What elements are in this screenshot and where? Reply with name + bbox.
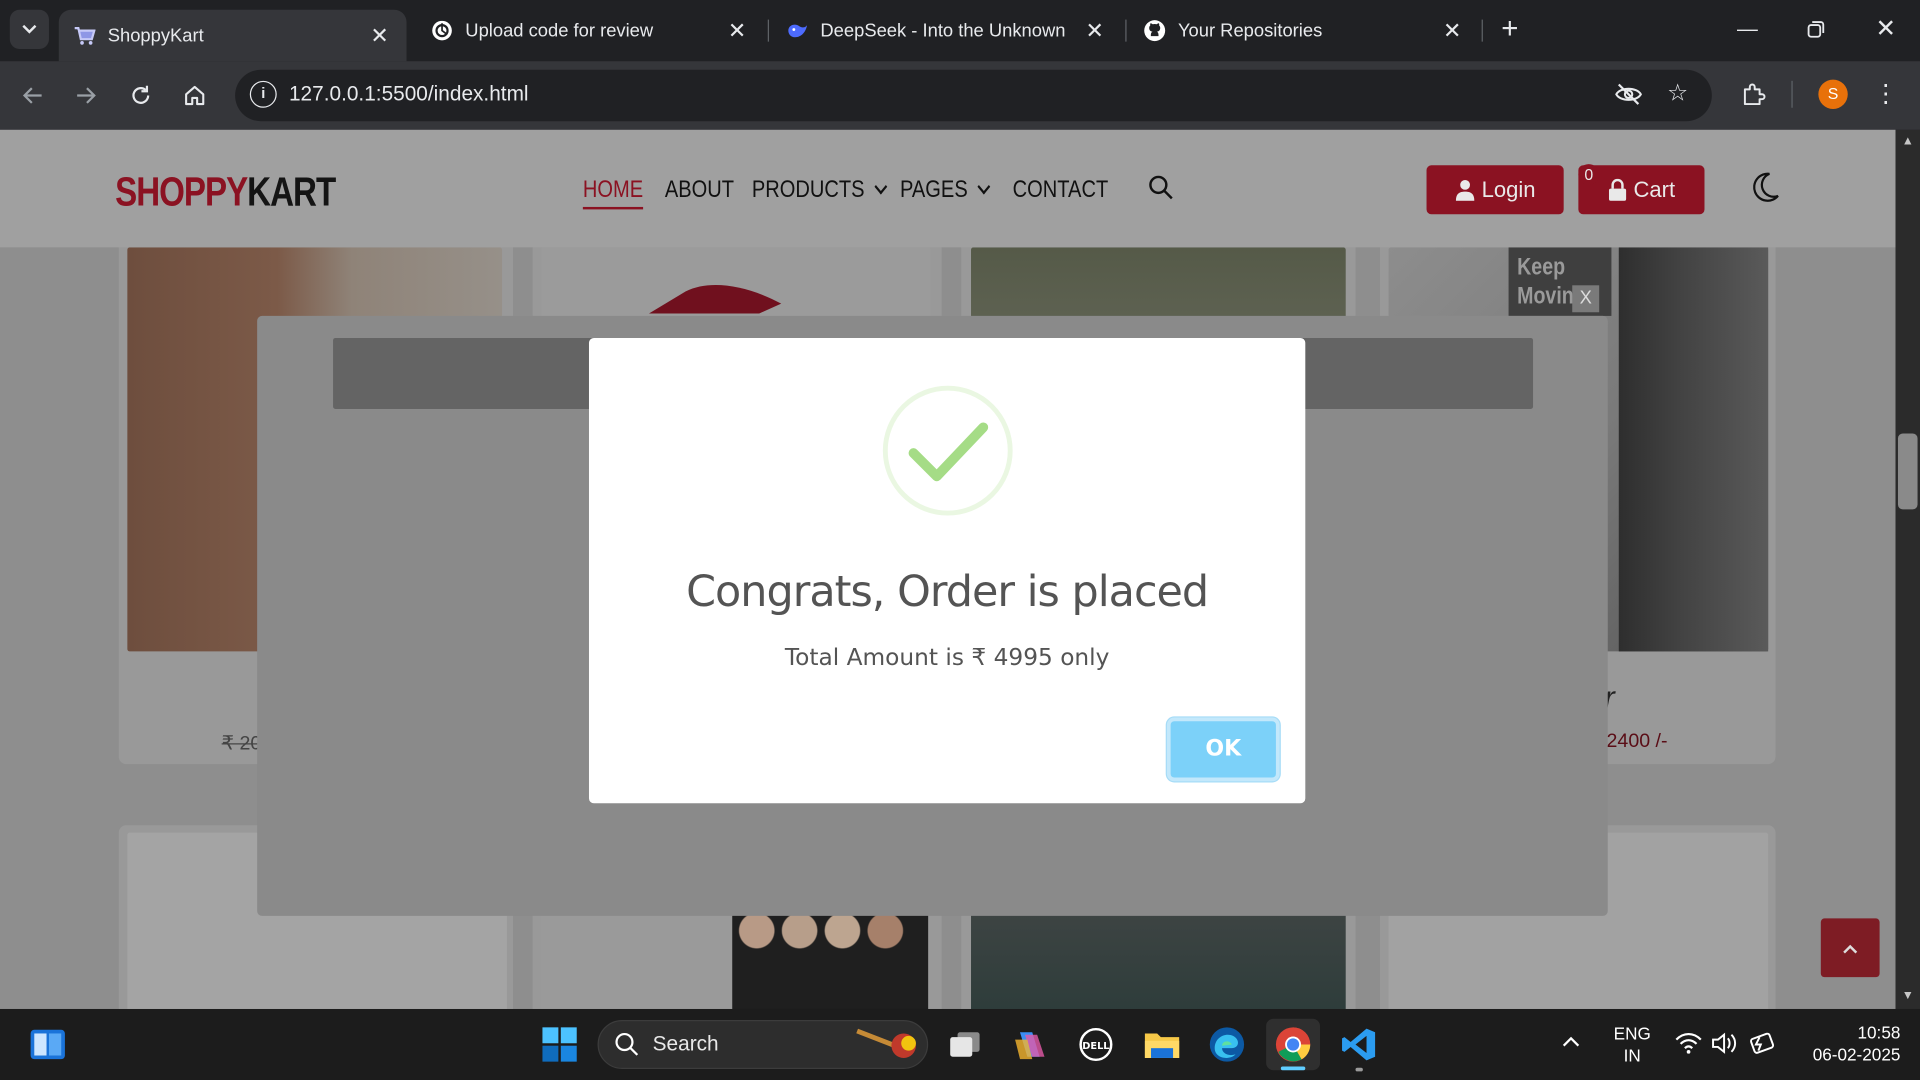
- forward-button[interactable]: [66, 76, 105, 115]
- dark-mode-moon-icon[interactable]: [1751, 171, 1780, 203]
- home-button[interactable]: [175, 76, 214, 115]
- tab-separator: [1125, 19, 1127, 42]
- running-app-indicator: [1355, 1067, 1363, 1072]
- dialog-text: Total Amount is ₹ 4995 only: [784, 644, 1110, 672]
- search-icon: [615, 1032, 639, 1056]
- user-icon: [1455, 180, 1475, 201]
- dialog-title: Congrats, Order is placed: [686, 568, 1209, 618]
- reload-icon: [132, 85, 150, 104]
- back-button[interactable]: [13, 76, 52, 115]
- order-success-dialog: Congrats, Order is placed Total Amount i…: [588, 337, 1306, 804]
- tab-shoppykart[interactable]: ShoppyKart ✕: [58, 9, 407, 62]
- close-icon[interactable]: X: [1572, 285, 1600, 313]
- widgets-icon[interactable]: [21, 1019, 75, 1070]
- close-tab-icon[interactable]: ✕: [725, 18, 749, 44]
- chevron-down-icon: [977, 178, 991, 195]
- page-scrollbar[interactable]: [1895, 129, 1920, 1009]
- chevron-down-icon: [22, 24, 37, 34]
- nav-products[interactable]: PRODUCTS: [752, 176, 888, 204]
- restore-button[interactable]: [1798, 12, 1835, 46]
- arrow-right-icon: [77, 87, 96, 104]
- deepseek-favicon-icon: [786, 20, 808, 42]
- file-explorer-icon[interactable]: [1135, 1019, 1189, 1070]
- profile-avatar[interactable]: S: [1818, 79, 1848, 109]
- cart-count-badge: 0: [1578, 164, 1600, 185]
- close-tab-icon[interactable]: ✕: [367, 23, 391, 49]
- task-view-icon[interactable]: [938, 1019, 992, 1070]
- extensions-icon[interactable]: [1738, 78, 1770, 110]
- home-icon: [185, 85, 205, 106]
- tab-deepseek[interactable]: DeepSeek - Into the Unknown ✕: [771, 10, 1121, 52]
- tab-title: Upload code for review: [465, 20, 654, 42]
- chatgpt-favicon-icon: [431, 20, 453, 42]
- bookmark-star-icon[interactable]: ☆: [1662, 78, 1694, 110]
- clock[interactable]: 10:58 06-02-2025: [1790, 1021, 1901, 1065]
- close-tab-icon[interactable]: ✕: [1440, 18, 1464, 44]
- minimize-button[interactable]: —: [1729, 12, 1766, 46]
- show-hidden-icons-chevron-icon[interactable]: [1562, 1032, 1580, 1054]
- scroll-up-arrow[interactable]: ▲: [1896, 135, 1920, 148]
- url-text[interactable]: 127.0.0.1:5500/index.html: [289, 81, 529, 108]
- vscode-icon[interactable]: [1332, 1019, 1386, 1070]
- language-indicator[interactable]: ENG IN: [1609, 1022, 1656, 1066]
- tab-separator: [767, 19, 769, 42]
- nav-contact[interactable]: CONTACT: [1013, 176, 1109, 204]
- ok-button[interactable]: OK: [1166, 717, 1280, 782]
- more-menu-icon[interactable]: ⋮: [1870, 78, 1902, 110]
- search-icon[interactable]: [1149, 175, 1173, 200]
- arrow-left-icon: [22, 87, 42, 104]
- nav-pages[interactable]: PAGES: [900, 176, 991, 204]
- nav-about[interactable]: ABOUT: [665, 176, 734, 204]
- reload-button[interactable]: [121, 76, 160, 115]
- nav-home[interactable]: HOME: [582, 176, 644, 210]
- wifi-icon[interactable]: [1675, 1032, 1702, 1054]
- scroll-down-arrow[interactable]: ▼: [1896, 989, 1920, 1002]
- close-window-button[interactable]: ✕: [1867, 12, 1904, 46]
- chevron-up-icon: [1843, 944, 1858, 954]
- volume-icon[interactable]: [1711, 1032, 1738, 1054]
- taskbar-search-placeholder[interactable]: Search: [653, 1032, 719, 1056]
- tab-title: ShoppyKart: [107, 25, 204, 46]
- tab-your-repositories[interactable]: Your Repositories ✕: [1129, 10, 1479, 52]
- scroll-to-top-button[interactable]: [1820, 918, 1880, 978]
- new-tab-button[interactable]: +: [1496, 12, 1523, 46]
- tab-title: DeepSeek - Into the Unknown: [820, 20, 1066, 42]
- success-check-icon: [882, 385, 1013, 516]
- poster-text: Keep Movin: [1517, 253, 1574, 310]
- windows-start-icon[interactable]: [533, 1019, 587, 1070]
- chevron-down-icon: [874, 178, 888, 195]
- tab-upload-code[interactable]: Upload code for review ✕: [416, 10, 764, 52]
- chrome-browser-icon[interactable]: [1266, 1018, 1321, 1071]
- copilot-icon[interactable]: [1003, 1019, 1057, 1070]
- cart-favicon-icon: [73, 24, 96, 46]
- site-info-icon[interactable]: i: [249, 80, 277, 108]
- lock-icon: [1608, 178, 1627, 201]
- tab-separator: [1481, 19, 1483, 42]
- login-button[interactable]: Login: [1426, 165, 1564, 215]
- dell-icon[interactable]: DELL: [1069, 1019, 1123, 1070]
- shoe-image: [648, 285, 782, 314]
- edge-browser-icon[interactable]: [1200, 1019, 1254, 1070]
- active-app-indicator: [1280, 1066, 1306, 1071]
- chair-image: [1618, 247, 1769, 652]
- svg-text:DELL: DELL: [1082, 1041, 1109, 1052]
- battery-charging-icon[interactable]: [1746, 1031, 1775, 1055]
- product-price: 2400 /-: [1606, 731, 1668, 752]
- restore-icon: [1807, 21, 1825, 38]
- scrollbar-thumb[interactable]: [1897, 433, 1918, 510]
- github-favicon-icon: [1144, 20, 1166, 42]
- tab-search-button[interactable]: [9, 9, 49, 49]
- product-price: ₹ 20: [221, 733, 262, 755]
- eye-off-icon[interactable]: [1613, 78, 1645, 110]
- palette-image: [732, 906, 929, 1009]
- search-highlight-icon: [856, 1028, 916, 1058]
- close-tab-icon[interactable]: ✕: [1082, 18, 1106, 44]
- tab-title: Your Repositories: [1177, 20, 1323, 42]
- toolbar-separator: [1791, 80, 1793, 108]
- site-logo[interactable]: SHOPPYKART: [115, 169, 336, 216]
